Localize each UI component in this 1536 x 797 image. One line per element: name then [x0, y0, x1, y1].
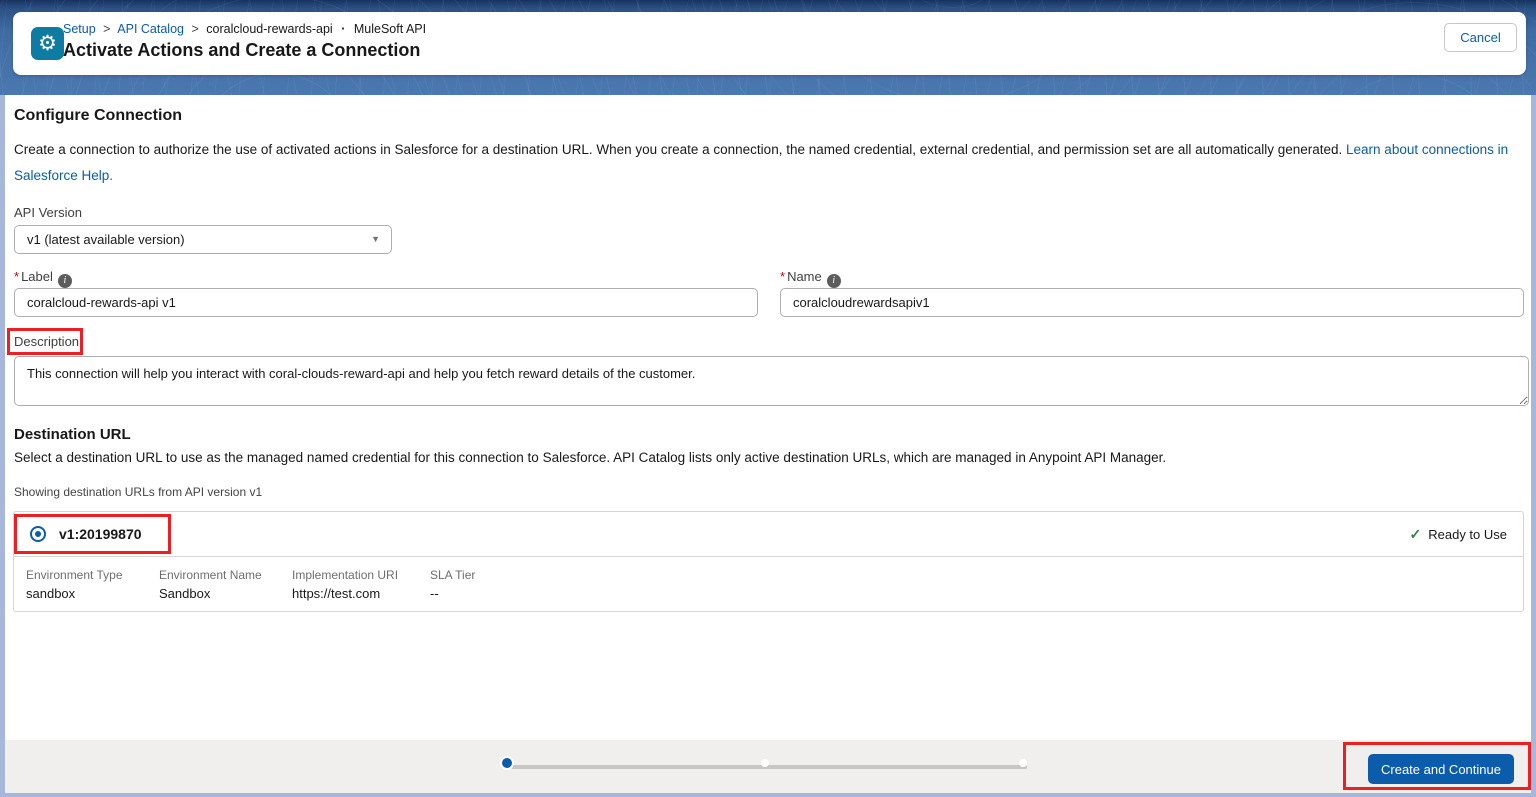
breadcrumb-api-type: MuleSoft API [353, 22, 427, 36]
chevron-down-icon: ▼ [371, 234, 380, 244]
create-and-continue-button[interactable]: Create and Continue [1368, 754, 1514, 784]
breadcrumb-current: coralcloud-rewards-api [206, 22, 333, 36]
breadcrumb-setup-link[interactable]: Setup [63, 22, 96, 36]
detail-label: Implementation URI [292, 568, 399, 582]
progress-track [511, 765, 1027, 769]
gear-icon: ⚙ [38, 32, 57, 55]
name-field-label-text: Name [787, 269, 822, 284]
api-version-value: v1 (latest available version) [27, 232, 185, 247]
intro-text: Create a connection to authorize the use… [14, 142, 1347, 157]
detail-label: Environment Name [159, 568, 262, 582]
description-textarea[interactable]: This connection will help you interact w… [14, 356, 1529, 406]
page-title: Activate Actions and Create a Connection [63, 40, 421, 60]
detail-value: https://test.com [292, 586, 381, 601]
detail-col-implementation-uri: Implementation URI https://test.com [292, 568, 430, 601]
breadcrumb-separator: > [103, 22, 111, 36]
main-panel: Configure Connection Create a connection… [5, 95, 1531, 740]
footer-bar: Create and Continue [5, 740, 1531, 793]
page-header: ⚙ Setup > API Catalog > coralcloud-rewar… [13, 12, 1526, 75]
label-input[interactable] [14, 288, 758, 317]
destination-option-label: v1:20199870 [59, 526, 142, 542]
label-field-label: * Label i [14, 269, 72, 288]
destination-url-subtitle: Select a destination URL to use as the m… [14, 450, 1167, 465]
detail-col-environment-name: Environment Name Sandbox [159, 568, 292, 601]
name-input[interactable] [780, 288, 1524, 317]
check-icon: ✓ [1409, 525, 1422, 542]
required-asterisk: * [14, 269, 20, 284]
progress-step-3 [1019, 759, 1027, 767]
api-version-select[interactable]: v1 (latest available version) ▼ [14, 225, 392, 254]
showing-destination-text: Showing destination URLs from API versio… [14, 485, 263, 499]
destination-details-row: Environment Type sandbox Environment Nam… [14, 557, 1523, 601]
progress-step-1-active [502, 758, 512, 768]
setup-gear-tile: ⚙ [31, 27, 64, 60]
progress-step-2 [761, 759, 769, 767]
info-icon[interactable]: i [826, 274, 841, 288]
app-frame: ⚙ Setup > API Catalog > coralcloud-rewar… [0, 0, 1536, 797]
detail-col-environment-type: Environment Type sandbox [26, 568, 159, 601]
breadcrumb: Setup > API Catalog > coralcloud-rewards… [63, 22, 426, 36]
detail-value: -- [430, 586, 439, 601]
detail-label: Environment Type [26, 568, 123, 582]
destination-option-card: v1:20199870 ✓ Ready to Use Environment T… [13, 511, 1524, 612]
status-label: Ready to Use [1428, 526, 1507, 542]
detail-value: sandbox [26, 586, 76, 601]
destination-url-title: Destination URL [14, 426, 131, 443]
info-icon[interactable]: i [57, 274, 72, 288]
intro-paragraph: Create a connection to authorize the use… [14, 137, 1522, 189]
section-title: Configure Connection [14, 107, 182, 124]
description-label: Description [14, 334, 80, 349]
radio-dot [35, 531, 41, 537]
name-field-label: * Name i [780, 269, 841, 288]
breadcrumb-api-catalog-link[interactable]: API Catalog [117, 22, 184, 36]
api-version-label: API Version [14, 205, 82, 220]
breadcrumb-separator: > [191, 22, 199, 36]
label-field-label-text: Label [21, 269, 53, 284]
detail-col-sla-tier: SLA Tier -- [430, 568, 563, 601]
destination-option-row[interactable]: v1:20199870 ✓ Ready to Use [14, 512, 1523, 557]
cancel-button[interactable]: Cancel [1444, 23, 1517, 52]
detail-value: Sandbox [159, 586, 211, 601]
breadcrumb-dot-separator: · [341, 22, 346, 36]
status-badge: ✓ Ready to Use [1410, 526, 1508, 543]
destination-radio[interactable] [30, 526, 46, 542]
detail-label: SLA Tier [430, 568, 476, 582]
required-asterisk: * [780, 269, 786, 284]
